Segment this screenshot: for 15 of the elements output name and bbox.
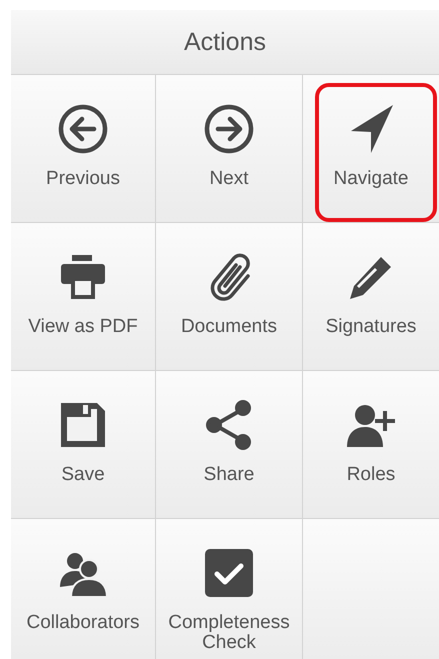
action-button[interactable]: Completeness Check [156,519,302,659]
action-button[interactable]: Save [11,371,155,518]
checkbox-icon [203,547,255,599]
arrow-left-circle-icon [57,103,109,155]
action-button[interactable]: View as PDF [11,223,155,370]
arrow-right-circle-icon [203,103,255,155]
action-button[interactable]: Documents [156,223,302,370]
action-button[interactable]: Next [156,75,302,222]
panel-title: Actions [184,28,266,56]
action-button[interactable]: Share [156,371,302,518]
action-button[interactable]: Navigate [303,75,439,222]
action-button[interactable]: Previous [11,75,155,222]
action-button[interactable]: Collaborators [11,519,155,659]
action-button[interactable]: Signatures [303,223,439,370]
action-button[interactable]: Roles [303,371,439,518]
